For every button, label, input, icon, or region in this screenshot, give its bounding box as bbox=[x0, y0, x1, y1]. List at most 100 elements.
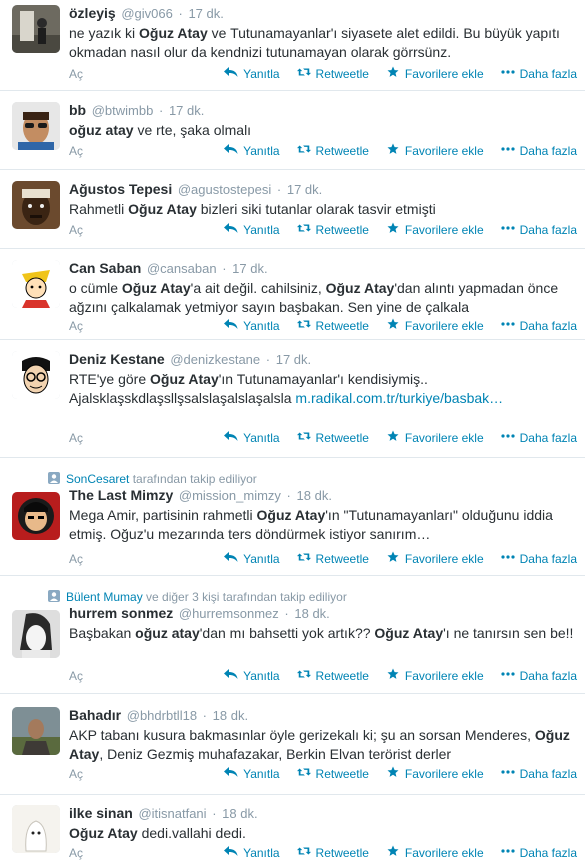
avatar[interactable] bbox=[12, 102, 60, 150]
retweet-button[interactable]: Retweetle bbox=[296, 766, 369, 782]
reply-label: Yanıtla bbox=[243, 552, 280, 566]
username[interactable]: @itisnatfani bbox=[138, 806, 206, 821]
retweet-button[interactable]: Retweetle bbox=[296, 430, 369, 446]
more-button[interactable]: Daha fazla bbox=[501, 318, 577, 334]
retweet-button[interactable]: Retweetle bbox=[296, 222, 369, 238]
expand-link[interactable]: Aç bbox=[69, 845, 83, 861]
avatar[interactable] bbox=[12, 805, 60, 853]
retweet-button[interactable]: Retweetle bbox=[296, 668, 369, 684]
favorite-button[interactable]: Favorilere ekle bbox=[386, 318, 484, 334]
reply-button[interactable]: Yanıtla bbox=[224, 766, 280, 782]
timestamp[interactable]: 18 dk. bbox=[213, 708, 248, 723]
timestamp[interactable]: 18 dk. bbox=[222, 806, 257, 821]
tweet-text-segment: RTE'ye göre bbox=[69, 371, 151, 387]
more-button[interactable]: Daha fazla bbox=[501, 668, 577, 684]
timestamp[interactable]: 18 dk. bbox=[294, 606, 329, 621]
tweet-card[interactable]: ilke sinan @itisnatfani · 18 dk. Oğuz Ata… bbox=[0, 795, 585, 864]
context-text: ve diğer 3 kişi tarafından takip ediliyo… bbox=[142, 590, 347, 604]
more-button[interactable]: Daha fazla bbox=[501, 766, 577, 782]
timestamp[interactable]: 17 dk. bbox=[188, 6, 223, 21]
favorite-button[interactable]: Favorilere ekle bbox=[386, 222, 484, 238]
username[interactable]: @denizkestane bbox=[170, 352, 260, 367]
reply-button[interactable]: Yanıtla bbox=[224, 430, 280, 446]
favorite-button[interactable]: Favorilere ekle bbox=[386, 66, 484, 82]
expand-link[interactable]: Aç bbox=[69, 66, 83, 82]
reply-button[interactable]: Yanıtla bbox=[224, 845, 280, 861]
more-button[interactable]: Daha fazla bbox=[501, 430, 577, 446]
timestamp[interactable]: 18 dk. bbox=[297, 488, 332, 503]
tweet-content: Can Saban @cansaban · 17 dk. o cümle Oğuz… bbox=[69, 259, 577, 317]
reply-button[interactable]: Yanıtla bbox=[224, 66, 280, 82]
tweet-text-segment: dedi.vallahi dedi. bbox=[137, 825, 246, 841]
tweet-card[interactable]: Bülent Mumay ve diğer 3 kişi tarafından … bbox=[0, 576, 585, 694]
expand-link[interactable]: Aç bbox=[69, 143, 83, 159]
favorite-button[interactable]: Favorilere ekle bbox=[386, 668, 484, 684]
favorite-button[interactable]: Favorilere ekle bbox=[386, 143, 484, 159]
tweet-content: Ağustos Tepesi @agustostepesi · 17 dk. Ra… bbox=[69, 180, 577, 219]
retweet-button[interactable]: Retweetle bbox=[296, 66, 369, 82]
timestamp[interactable]: 17 dk. bbox=[287, 182, 322, 197]
tweet-card[interactable]: SonCesaret tarafından takip ediliyor The … bbox=[0, 458, 585, 576]
favorite-button[interactable]: Favorilere ekle bbox=[386, 766, 484, 782]
avatar[interactable] bbox=[12, 492, 60, 540]
display-name[interactable]: hurrem sonmez bbox=[69, 605, 173, 621]
favorite-button[interactable]: Favorilere ekle bbox=[386, 845, 484, 861]
avatar[interactable] bbox=[12, 181, 60, 229]
avatar[interactable] bbox=[12, 707, 60, 755]
reply-button[interactable]: Yanıtla bbox=[224, 222, 280, 238]
username[interactable]: @hurremsonmez bbox=[179, 606, 279, 621]
avatar[interactable] bbox=[12, 351, 60, 399]
expand-link[interactable]: Aç bbox=[69, 551, 83, 567]
retweet-button[interactable]: Retweetle bbox=[296, 143, 369, 159]
retweet-button[interactable]: Retweetle bbox=[296, 551, 369, 567]
tweet-card[interactable]: bb @btwimbb · 17 dk. oğuz atay ve rte, şa… bbox=[0, 91, 585, 170]
more-button[interactable]: Daha fazla bbox=[501, 66, 577, 82]
display-name[interactable]: Can Saban bbox=[69, 260, 141, 276]
display-name[interactable]: Ağustos Tepesi bbox=[69, 181, 172, 197]
tweet-card[interactable]: özleyiş @giv066 · 17 dk. ne yazık ki Oğuz… bbox=[0, 0, 585, 91]
expand-link[interactable]: Aç bbox=[69, 318, 83, 334]
expand-link[interactable]: Aç bbox=[69, 668, 83, 684]
username[interactable]: @btwimbb bbox=[92, 103, 154, 118]
expand-link[interactable]: Aç bbox=[69, 766, 83, 782]
expand-link[interactable]: Aç bbox=[69, 430, 83, 446]
favorite-button[interactable]: Favorilere ekle bbox=[386, 430, 484, 446]
username[interactable]: @mission_mimzy bbox=[179, 488, 281, 503]
username[interactable]: @giv066 bbox=[121, 6, 173, 21]
tweet-card[interactable]: Can Saban @cansaban · 17 dk. o cümle Oğuz… bbox=[0, 249, 585, 340]
timestamp[interactable]: 17 dk. bbox=[232, 261, 267, 276]
display-name[interactable]: The Last Mimzy bbox=[69, 487, 173, 503]
avatar[interactable] bbox=[12, 260, 60, 308]
favorite-button[interactable]: Favorilere ekle bbox=[386, 551, 484, 567]
reply-button[interactable]: Yanıtla bbox=[224, 143, 280, 159]
reply-button[interactable]: Yanıtla bbox=[224, 668, 280, 684]
tweet-card[interactable]: Ağustos Tepesi @agustostepesi · 17 dk. Ra… bbox=[0, 170, 585, 249]
username[interactable]: @agustostepesi bbox=[178, 182, 271, 197]
more-button[interactable]: Daha fazla bbox=[501, 551, 577, 567]
tweet-link[interactable]: m.radikal.com.tr/turkiye/basbak… bbox=[295, 390, 503, 406]
tweet-text-segment: bizleri siki tutanlar olarak tasvir etmi… bbox=[196, 201, 436, 217]
retweet-button[interactable]: Retweetle bbox=[296, 845, 369, 861]
tweet-card[interactable]: Deniz Kestane @denizkestane · 17 dk. RTE'… bbox=[0, 340, 585, 458]
username[interactable]: @cansaban bbox=[147, 261, 217, 276]
avatar[interactable] bbox=[12, 5, 60, 53]
more-button[interactable]: Daha fazla bbox=[501, 143, 577, 159]
username[interactable]: @bhdrbtll18 bbox=[127, 708, 197, 723]
more-button[interactable]: Daha fazla bbox=[501, 845, 577, 861]
reply-button[interactable]: Yanıtla bbox=[224, 318, 280, 334]
timestamp[interactable]: 17 dk. bbox=[276, 352, 311, 367]
display-name[interactable]: ilke sinan bbox=[69, 805, 133, 821]
retweet-button[interactable]: Retweetle bbox=[296, 318, 369, 334]
avatar[interactable] bbox=[12, 610, 60, 658]
tweet-card[interactable]: Bahadır @bhdrbtll18 · 18 dk. AKP tabanı k… bbox=[0, 694, 585, 795]
display-name[interactable]: bb bbox=[69, 102, 86, 118]
context-user-link[interactable]: SonCesaret bbox=[66, 472, 129, 486]
display-name[interactable]: Deniz Kestane bbox=[69, 351, 165, 367]
more-button[interactable]: Daha fazla bbox=[501, 222, 577, 238]
timestamp[interactable]: 17 dk. bbox=[169, 103, 204, 118]
display-name[interactable]: özleyiş bbox=[69, 5, 116, 21]
reply-button[interactable]: Yanıtla bbox=[224, 551, 280, 567]
display-name[interactable]: Bahadır bbox=[69, 707, 121, 723]
context-user-link[interactable]: Bülent Mumay bbox=[66, 590, 143, 604]
expand-link[interactable]: Aç bbox=[69, 222, 83, 238]
